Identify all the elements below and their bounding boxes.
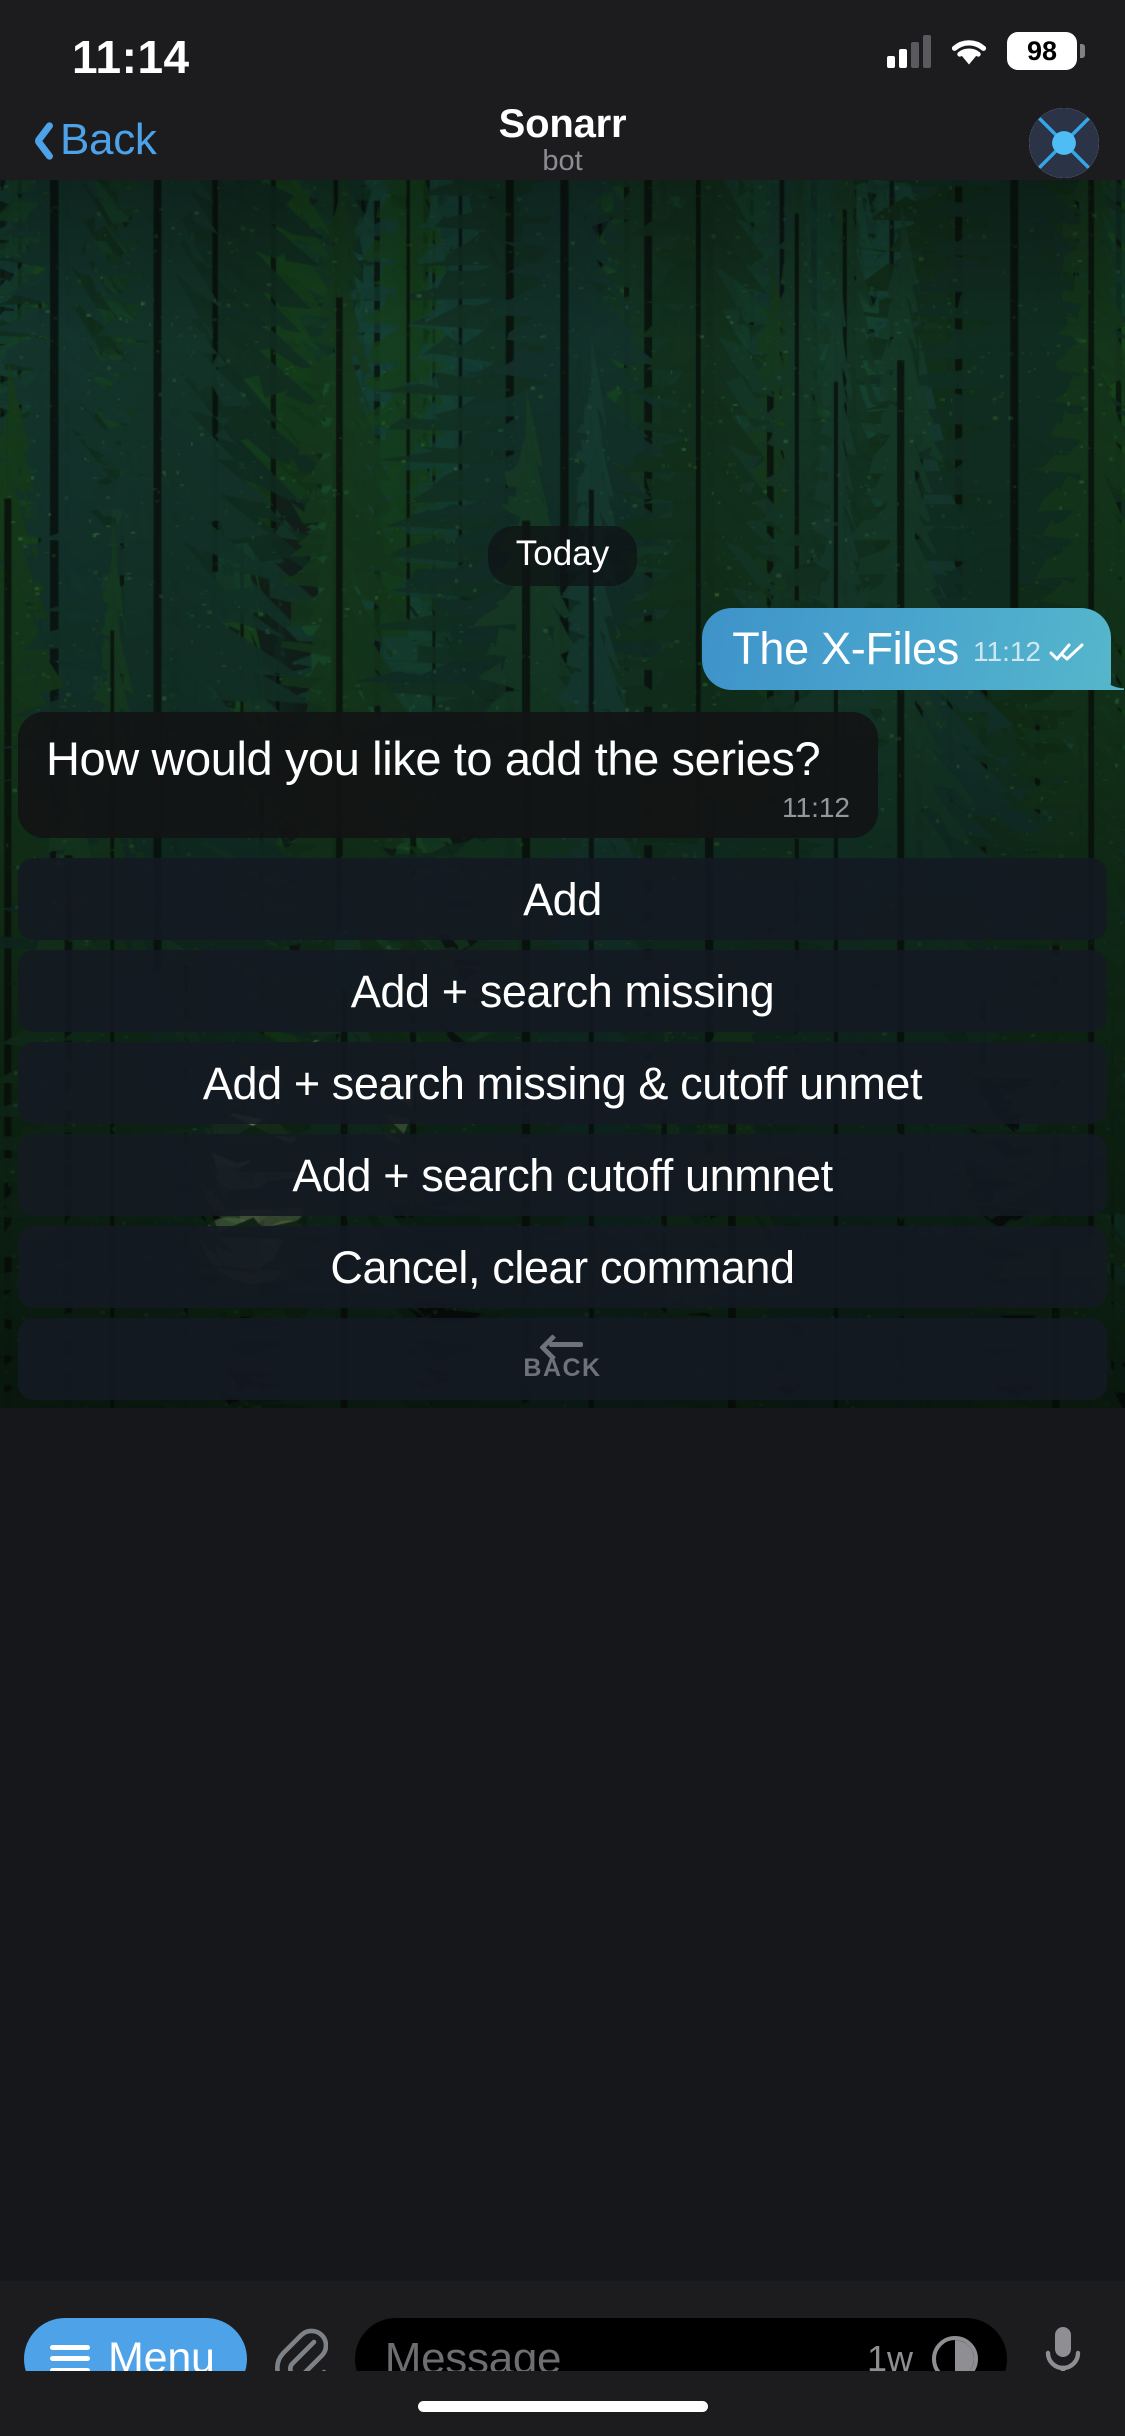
hamburger-icon bbox=[50, 2344, 90, 2373]
keyboard-button-label: Add + search cutoff unmnet bbox=[292, 1149, 833, 1201]
incoming-message-row: How would you like to add the series? 11… bbox=[0, 711, 1125, 838]
status-bar: 11:14 98 bbox=[0, 0, 1125, 100]
message-list: Today The X-Files 11:12 How would you li… bbox=[0, 526, 1125, 1408]
date-separator: Today bbox=[487, 526, 638, 586]
keyboard-button-add[interactable]: Add bbox=[18, 858, 1107, 940]
outgoing-message-text: The X-Files bbox=[732, 622, 959, 674]
chevron-left-icon bbox=[24, 118, 50, 162]
keyboard-button-add-search-cutoff-unmnet[interactable]: Add + search cutoff unmnet bbox=[18, 1134, 1107, 1216]
date-separator-row: Today bbox=[0, 526, 1125, 586]
keyboard-button-label: Add + search missing bbox=[350, 965, 775, 1017]
keyboard-button-cancel-clear-command[interactable]: Cancel, clear command bbox=[18, 1226, 1107, 1308]
keyboard-button-label: Cancel, clear command bbox=[330, 1241, 795, 1293]
status-bar-clock: 11:14 bbox=[72, 31, 190, 83]
keyboard-button-label: Add bbox=[523, 873, 602, 925]
message-timestamp: 11:12 bbox=[782, 792, 850, 823]
back-button-label: Back bbox=[60, 115, 157, 164]
incoming-message-bubble[interactable]: How would you like to add the series? 11… bbox=[18, 711, 878, 838]
keyboard-button-back[interactable]: BACK bbox=[18, 1318, 1107, 1400]
battery-icon: 98 bbox=[1007, 32, 1085, 70]
keyboard-button-add-search-missing-cutoff-unmet[interactable]: Add + search missing & cutoff unmet bbox=[18, 1042, 1107, 1124]
chat-scroll-area[interactable]: Today The X-Files 11:12 How would you li… bbox=[0, 180, 1125, 1408]
outgoing-message-bubble[interactable]: The X-Files 11:12 bbox=[702, 607, 1111, 690]
incoming-message-text: How would you like to add the series? bbox=[46, 731, 821, 785]
arrow-left-icon bbox=[543, 1336, 583, 1352]
chat-title-block: Sonarr bot bbox=[0, 100, 1125, 180]
inline-keyboard: Add Add + search missing Add + search mi… bbox=[0, 858, 1125, 1400]
telegram-chat-screen: 11:14 98 Back Sonarr bot Today The X-Fil… bbox=[0, 0, 1125, 2436]
message-timestamp: 11:12 bbox=[973, 635, 1041, 667]
keyboard-button-label: Add + search missing & cutoff unmet bbox=[202, 1057, 923, 1109]
battery-level-text: 98 bbox=[1026, 35, 1058, 66]
double-check-icon bbox=[1049, 641, 1085, 663]
back-button[interactable]: Back bbox=[0, 115, 157, 165]
home-indicator[interactable] bbox=[417, 2401, 708, 2412]
outgoing-message-meta: 11:12 bbox=[973, 636, 1085, 674]
page-title: Sonarr bbox=[498, 101, 627, 146]
keyboard-button-label: BACK bbox=[523, 1353, 602, 1382]
wifi-icon bbox=[948, 35, 990, 67]
avatar[interactable] bbox=[1029, 108, 1099, 178]
incoming-message-meta: 11:12 bbox=[46, 792, 850, 824]
chat-subtitle: bot bbox=[542, 145, 583, 178]
outgoing-message-row: The X-Files 11:12 bbox=[0, 607, 1125, 690]
chat-header: Back Sonarr bot bbox=[0, 100, 1125, 180]
status-bar-indicators: 98 bbox=[887, 32, 1085, 70]
cellular-signal-icon bbox=[887, 34, 931, 68]
keyboard-button-add-search-missing[interactable]: Add + search missing bbox=[18, 950, 1107, 1032]
